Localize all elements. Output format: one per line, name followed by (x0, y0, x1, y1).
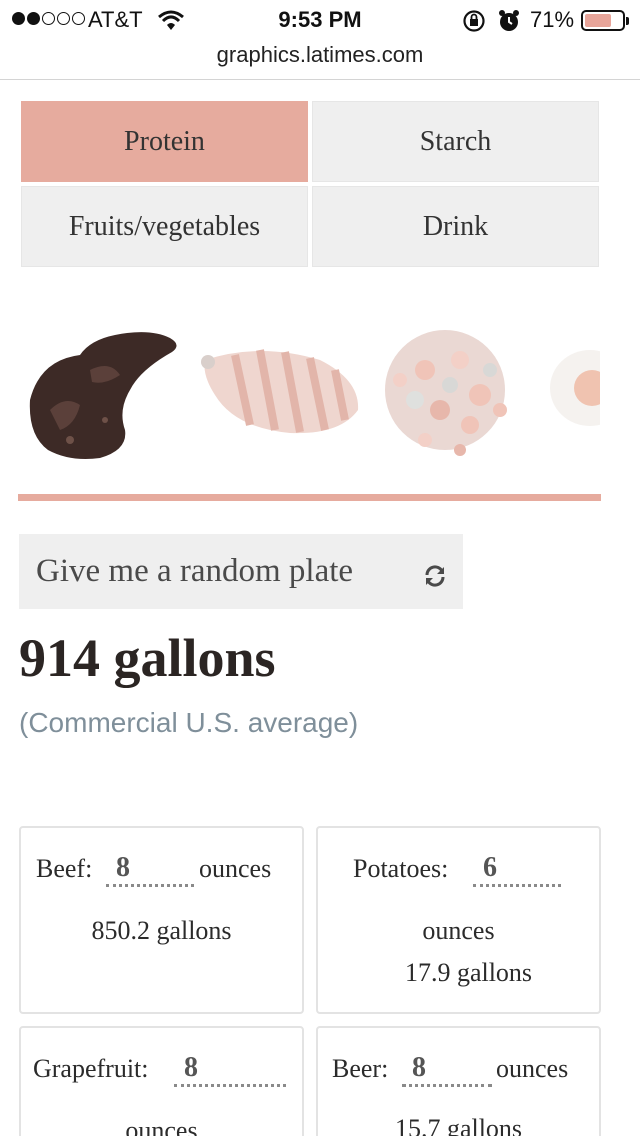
sausage-image[interactable] (201, 349, 359, 434)
quantity-input[interactable]: 8 (106, 852, 194, 887)
tab-protein[interactable]: Protein (21, 101, 308, 182)
steak-image[interactable] (29, 332, 177, 459)
food-card-grapefruit: Grapefruit: 8 ounces (19, 1026, 304, 1136)
refresh-icon (423, 560, 447, 597)
accent-divider (18, 494, 601, 501)
unit-label: ounces (199, 854, 272, 883)
tab-label: Protein (124, 125, 205, 157)
quantity-input[interactable]: 8 (402, 1052, 492, 1087)
random-plate-button[interactable]: Give me a random plate (19, 534, 463, 609)
gallons-value: 850.2 gallons (91, 916, 232, 945)
food-label: Beef: (36, 854, 93, 883)
food-card-beer: Beer: 8 ounces 15.7 gallons (316, 1026, 601, 1136)
status-bar: AT&T 9:53 PM 71% (0, 0, 640, 40)
total-gallons: 914 gallons (19, 628, 276, 688)
food-label: Beer: (332, 1054, 389, 1083)
food-image-carousel[interactable] (20, 300, 600, 480)
food-label: Potatoes: (353, 854, 449, 883)
egg-image[interactable] (550, 350, 600, 426)
quantity-input[interactable]: 6 (473, 852, 561, 887)
tab-label: Fruits/vegetables (68, 210, 261, 242)
food-card-beef: Beef: 8 ounces 850.2 gallons (19, 826, 304, 1014)
ground-meat-image[interactable] (385, 330, 507, 456)
gallons-value: 15.7 gallons (394, 1114, 523, 1136)
random-plate-label: Give me a random plate (36, 553, 354, 589)
quantity-input[interactable]: 8 (174, 1052, 286, 1087)
tab-label: Starch (419, 125, 492, 157)
tab-label: Drink (422, 210, 489, 242)
tab-fruits-vegetables[interactable]: Fruits/vegetables (21, 186, 308, 267)
tab-drink[interactable]: Drink (312, 186, 599, 267)
food-label: Grapefruit: (33, 1054, 149, 1083)
battery-icon (581, 10, 629, 31)
gallons-value: 17.9 gallons (404, 958, 533, 987)
unit-label: ounces (125, 1116, 198, 1136)
tab-starch[interactable]: Starch (312, 101, 599, 182)
average-note: (Commercial U.S. average) (19, 707, 359, 738)
rotation-lock-icon (462, 9, 486, 39)
unit-label: ounces (496, 1054, 569, 1083)
url-text: graphics.latimes.com (216, 42, 424, 67)
unit-label: ounces (422, 916, 495, 945)
alarm-icon (498, 9, 520, 39)
battery-percent: 71% (530, 7, 575, 32)
url-bar[interactable]: graphics.latimes.com (0, 40, 640, 80)
food-card-potatoes: Potatoes: 6 ounces 17.9 gallons (316, 826, 601, 1014)
